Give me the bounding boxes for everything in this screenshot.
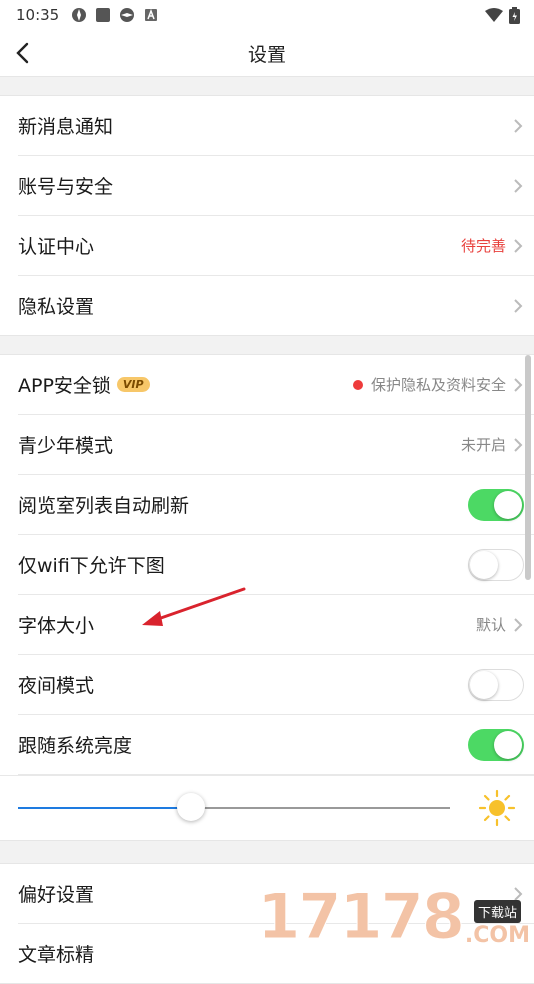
status-bar: 10:35: [0, 0, 534, 30]
app-lock-hint: 保护隐私及资料安全: [370, 376, 506, 394]
setting-app-lock[interactable]: APP安全锁 VIP 保护隐私及资料安全: [18, 355, 534, 415]
setting-wifi-only-images: 仅wifi下允许下图: [18, 535, 534, 595]
keyboard-icon: [145, 8, 158, 21]
red-dot-indicator: [352, 379, 363, 390]
watermark-suffix: .COM: [464, 923, 530, 948]
setting-label: 偏好设置: [18, 884, 95, 906]
settings-group-account: 新消息通知 账号与安全 认证中心 待完善 隐私设置: [0, 95, 534, 336]
font-size-value: 默认: [475, 616, 506, 634]
setting-verification-center[interactable]: 认证中心 待完善: [18, 216, 534, 276]
app-square-icon: [96, 8, 111, 22]
setting-night-mode: 夜间模式: [18, 655, 534, 715]
sun-icon: [478, 789, 516, 827]
watermark-badge: 下载站: [473, 900, 521, 923]
app-notification-icon-2: [120, 8, 135, 22]
setting-font-size[interactable]: 字体大小 默认: [18, 595, 534, 655]
battery-icon: [509, 6, 520, 24]
nav-bar: 设置: [0, 30, 534, 77]
follow-brightness-toggle[interactable]: [468, 728, 524, 761]
wifi-icon: [485, 7, 503, 22]
wifi-only-images-toggle[interactable]: [468, 548, 524, 581]
setting-label: 隐私设置: [18, 296, 95, 318]
chevron-right-icon: [514, 298, 523, 313]
chevron-right-icon: [514, 238, 523, 253]
status-right: [485, 6, 520, 24]
scrollbar[interactable]: [525, 355, 531, 580]
verification-status: 待完善: [460, 237, 506, 255]
setting-label: 仅wifi下允许下图: [18, 555, 165, 577]
brightness-slider-thumb[interactable]: [176, 793, 205, 821]
teen-mode-status: 未开启: [460, 436, 506, 454]
app-notification-icon: [72, 8, 87, 22]
night-mode-toggle[interactable]: [468, 668, 524, 701]
setting-new-message-notification[interactable]: 新消息通知: [18, 96, 534, 156]
setting-account-security[interactable]: 账号与安全: [18, 156, 534, 216]
setting-label: 跟随系统亮度: [18, 735, 133, 757]
toggle-knob: [470, 550, 498, 579]
setting-label: 夜间模式: [18, 675, 95, 697]
setting-label: 账号与安全: [18, 176, 114, 198]
brightness-slider[interactable]: [18, 793, 450, 821]
settings-group-app: APP安全锁 VIP 保护隐私及资料安全 青少年模式 未开启 阅览室列表自动刷新…: [0, 354, 534, 841]
setting-label: 阅览室列表自动刷新: [18, 495, 190, 517]
vip-badge: VIP: [116, 377, 150, 392]
toggle-knob: [470, 670, 498, 699]
setting-follow-system-brightness: 跟随系统亮度: [18, 715, 534, 775]
brightness-slider-row: [0, 775, 534, 840]
back-arrow-icon[interactable]: [12, 40, 36, 66]
toggle-knob: [494, 490, 522, 519]
page-title: 设置: [247, 43, 286, 66]
toggle-knob: [494, 730, 522, 759]
watermark-logo: 17178 下载站 .COM: [257, 880, 530, 953]
setting-label: APP安全锁: [18, 375, 111, 397]
setting-label: 字体大小: [18, 615, 95, 637]
setting-label: 认证中心: [18, 236, 95, 258]
chevron-right-icon: [514, 617, 523, 632]
setting-label: 青少年模式: [18, 435, 114, 457]
chevron-right-icon: [514, 178, 523, 193]
chevron-right-icon: [514, 437, 523, 452]
auto-refresh-toggle[interactable]: [468, 488, 524, 521]
setting-teen-mode[interactable]: 青少年模式 未开启: [18, 415, 534, 475]
setting-privacy[interactable]: 隐私设置: [18, 276, 534, 335]
brightness-slider-fill: [18, 807, 191, 809]
setting-label: 新消息通知: [18, 116, 114, 138]
setting-label: 文章标精: [18, 944, 95, 966]
chevron-right-icon: [514, 118, 523, 133]
chevron-right-icon: [514, 377, 523, 392]
setting-auto-refresh: 阅览室列表自动刷新: [18, 475, 534, 535]
status-time: 10:35: [16, 6, 60, 24]
watermark-number: 17178: [257, 880, 466, 953]
